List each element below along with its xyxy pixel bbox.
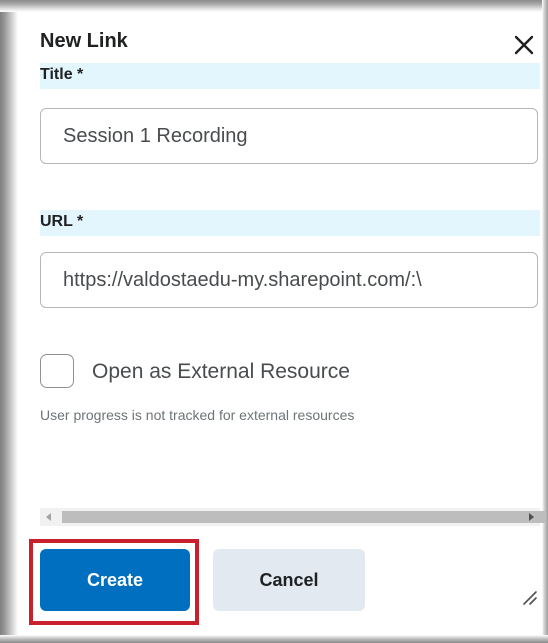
url-input[interactable]	[40, 252, 538, 308]
dialog-shadow	[0, 635, 548, 643]
external-resource-help-text: User progress is not tracked for externa…	[40, 407, 355, 423]
title-label: Title *	[40, 66, 84, 83]
url-label-band	[40, 210, 540, 236]
scroll-right-icon[interactable]	[522, 508, 540, 526]
dialog-title: New Link	[40, 30, 128, 52]
scroll-left-icon[interactable]	[40, 508, 58, 526]
resize-handle-icon[interactable]	[520, 588, 538, 606]
title-label-band	[40, 63, 540, 89]
close-icon[interactable]	[509, 30, 539, 60]
external-resource-label[interactable]: Open as External Resource	[92, 360, 350, 384]
dialog-shadow	[542, 0, 548, 643]
url-label: URL *	[40, 213, 84, 230]
dialog-shadow	[0, 0, 18, 643]
dialog-shadow	[0, 0, 548, 12]
create-button[interactable]: Create	[40, 549, 190, 611]
scrollbar-thumb[interactable]	[62, 511, 546, 523]
title-input[interactable]	[40, 108, 538, 164]
horizontal-scrollbar[interactable]	[40, 508, 546, 526]
new-link-dialog: New Link Title * URL * Open as External …	[0, 0, 548, 643]
external-resource-checkbox[interactable]	[40, 354, 74, 388]
cancel-button[interactable]: Cancel	[213, 549, 365, 611]
